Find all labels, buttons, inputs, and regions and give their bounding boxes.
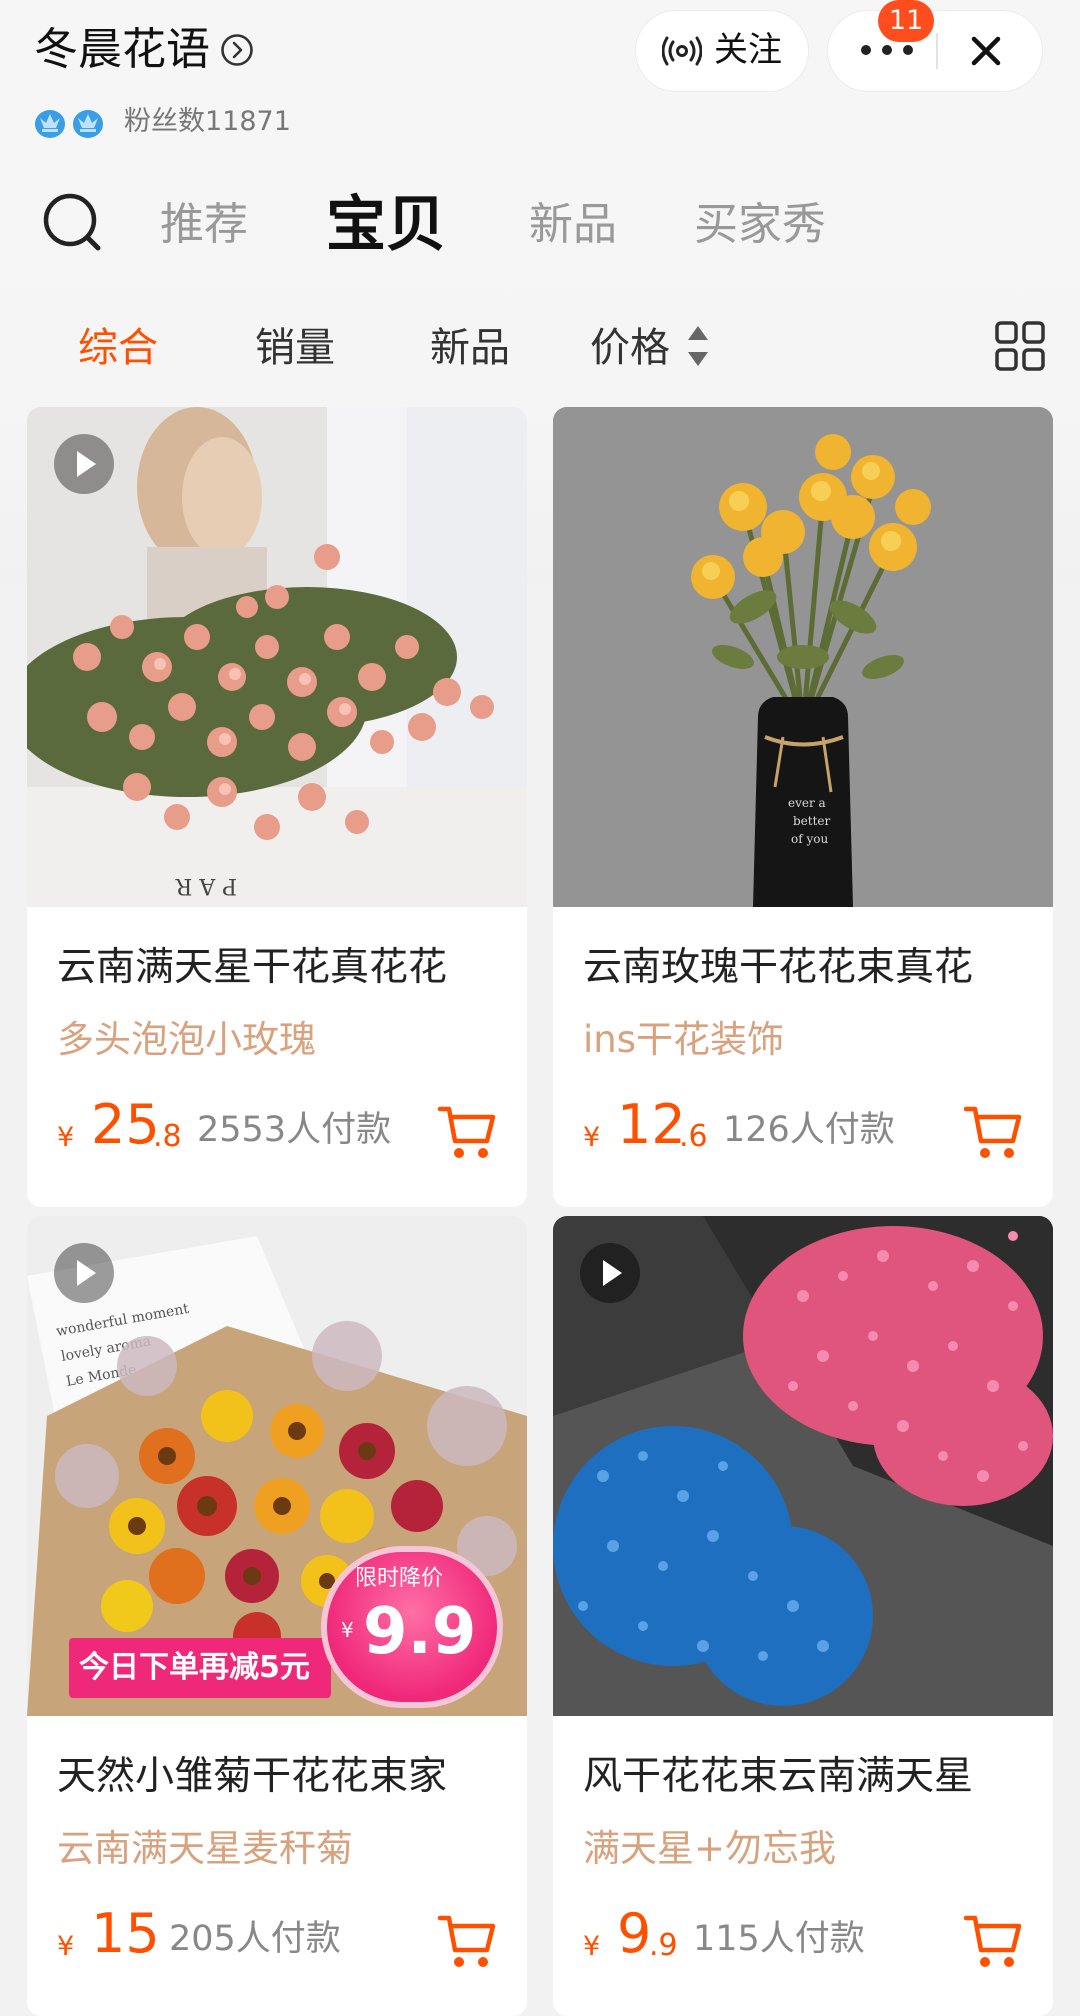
shop-name[interactable]: 冬晨花语 <box>34 20 210 80</box>
currency-symbol: ¥ <box>57 1931 75 1962</box>
currency-symbol: ¥ <box>57 1122 75 1153</box>
product-subtitle: 云南满天星麦秆菊 <box>57 1827 353 1870</box>
sold-count: 126人付款 <box>723 1110 895 1150</box>
price-integer: 12 <box>617 1093 686 1156</box>
sort-price[interactable]: 价格 <box>590 300 670 396</box>
price-integer: 25 <box>91 1093 160 1156</box>
price-decimal: .9 <box>649 1928 678 1963</box>
play-video-icon[interactable] <box>54 434 114 494</box>
sort-comprehensive[interactable]: 综合 <box>78 300 158 396</box>
tab-products[interactable]: 宝贝 <box>326 170 446 280</box>
more-icon[interactable] <box>858 39 916 61</box>
sort-new[interactable]: 新品 <box>430 300 510 396</box>
product-card[interactable]: ever a better of you 云南玫瑰干花花束真花 ins干花装饰 ¥ … <box>553 407 1053 1207</box>
price-integer: 15 <box>91 1902 160 1965</box>
promo-circle-price: 9.9 <box>363 1595 477 1669</box>
price-integer: 9 <box>617 1902 652 1965</box>
capsule-divider <box>936 33 938 69</box>
tab-recommend[interactable]: 推荐 <box>160 170 248 280</box>
svg-text:P A R: P A R <box>174 873 237 898</box>
tab-buyer-show[interactable]: 买家秀 <box>694 170 826 280</box>
cart-icon[interactable] <box>437 1101 499 1163</box>
promo-circle-label: 限时降价 <box>355 1566 444 1591</box>
product-title[interactable]: 云南满天星干花真花花 <box>57 937 447 999</box>
currency-symbol: ¥ <box>583 1122 601 1153</box>
cart-icon[interactable] <box>963 1101 1025 1163</box>
notification-badge: 11 <box>878 0 934 42</box>
product-title[interactable]: 云南玫瑰干花花束真花 <box>583 937 973 999</box>
play-video-icon[interactable] <box>54 1243 114 1303</box>
sold-count: 205人付款 <box>169 1919 341 1959</box>
svg-text:ever a: ever a <box>788 796 826 810</box>
follow-label: 关注 <box>714 30 782 70</box>
sold-count: 2553人付款 <box>197 1110 392 1150</box>
search-icon[interactable] <box>40 190 104 254</box>
follow-button[interactable]: 关注 <box>636 11 808 91</box>
broadcast-icon <box>662 36 702 66</box>
sort-bar: 综合 销量 新品 价格 <box>0 300 1080 396</box>
fans-count: 粉丝数11871 <box>124 106 291 137</box>
product-subtitle: ins干花装饰 <box>583 1018 785 1061</box>
product-image[interactable]: ever a better of you <box>553 407 1053 907</box>
capsule-actions <box>828 11 1042 91</box>
product-title[interactable]: 天然小雏菊干花花束家 <box>57 1746 447 1808</box>
price-decimal: .6 <box>679 1119 708 1154</box>
cart-icon[interactable] <box>963 1910 1025 1972</box>
product-card[interactable]: P A R 云南满天星干花真花花 多头泡泡小玫瑰 ¥ 25 .8 2553人付款 <box>27 407 527 1207</box>
shop-tabs: 推荐 宝贝 新品 买家秀 <box>0 170 1080 280</box>
sort-arrows-icon[interactable] <box>686 324 710 368</box>
grid-view-icon[interactable] <box>994 320 1046 372</box>
cart-icon[interactable] <box>437 1910 499 1972</box>
svg-text:better: better <box>793 814 831 828</box>
promo-banner: 今日下单再减5元 <box>69 1638 331 1698</box>
sold-count: 115人付款 <box>693 1919 865 1959</box>
product-subtitle: 多头泡泡小玫瑰 <box>57 1018 316 1061</box>
promo-price-badge: 限时降价 ¥ 9.9 <box>327 1552 497 1702</box>
promo-banner-text: 今日下单再减5元 <box>79 1650 310 1685</box>
product-title[interactable]: 风干花花束云南满天星 <box>583 1746 973 1808</box>
chevron-right-circle-icon[interactable] <box>220 33 254 67</box>
crown-level-icon <box>35 110 103 138</box>
sort-sales[interactable]: 销量 <box>255 300 335 396</box>
price-decimal: .8 <box>153 1119 182 1154</box>
tab-new[interactable]: 新品 <box>529 170 617 280</box>
product-card[interactable]: wonderful moment lovely aroma Le Monde 今… <box>27 1216 527 2016</box>
currency-symbol: ¥ <box>583 1931 601 1962</box>
svg-text:of you: of you <box>791 832 828 846</box>
product-subtitle: 满天星+勿忘我 <box>583 1827 837 1870</box>
play-video-icon[interactable] <box>580 1243 640 1303</box>
close-icon[interactable] <box>966 31 1006 71</box>
product-card[interactable]: 风干花花束云南满天星 满天星+勿忘我 ¥ 9 .9 115人付款 <box>553 1216 1053 2016</box>
promo-circle-currency: ¥ <box>341 1618 354 1642</box>
